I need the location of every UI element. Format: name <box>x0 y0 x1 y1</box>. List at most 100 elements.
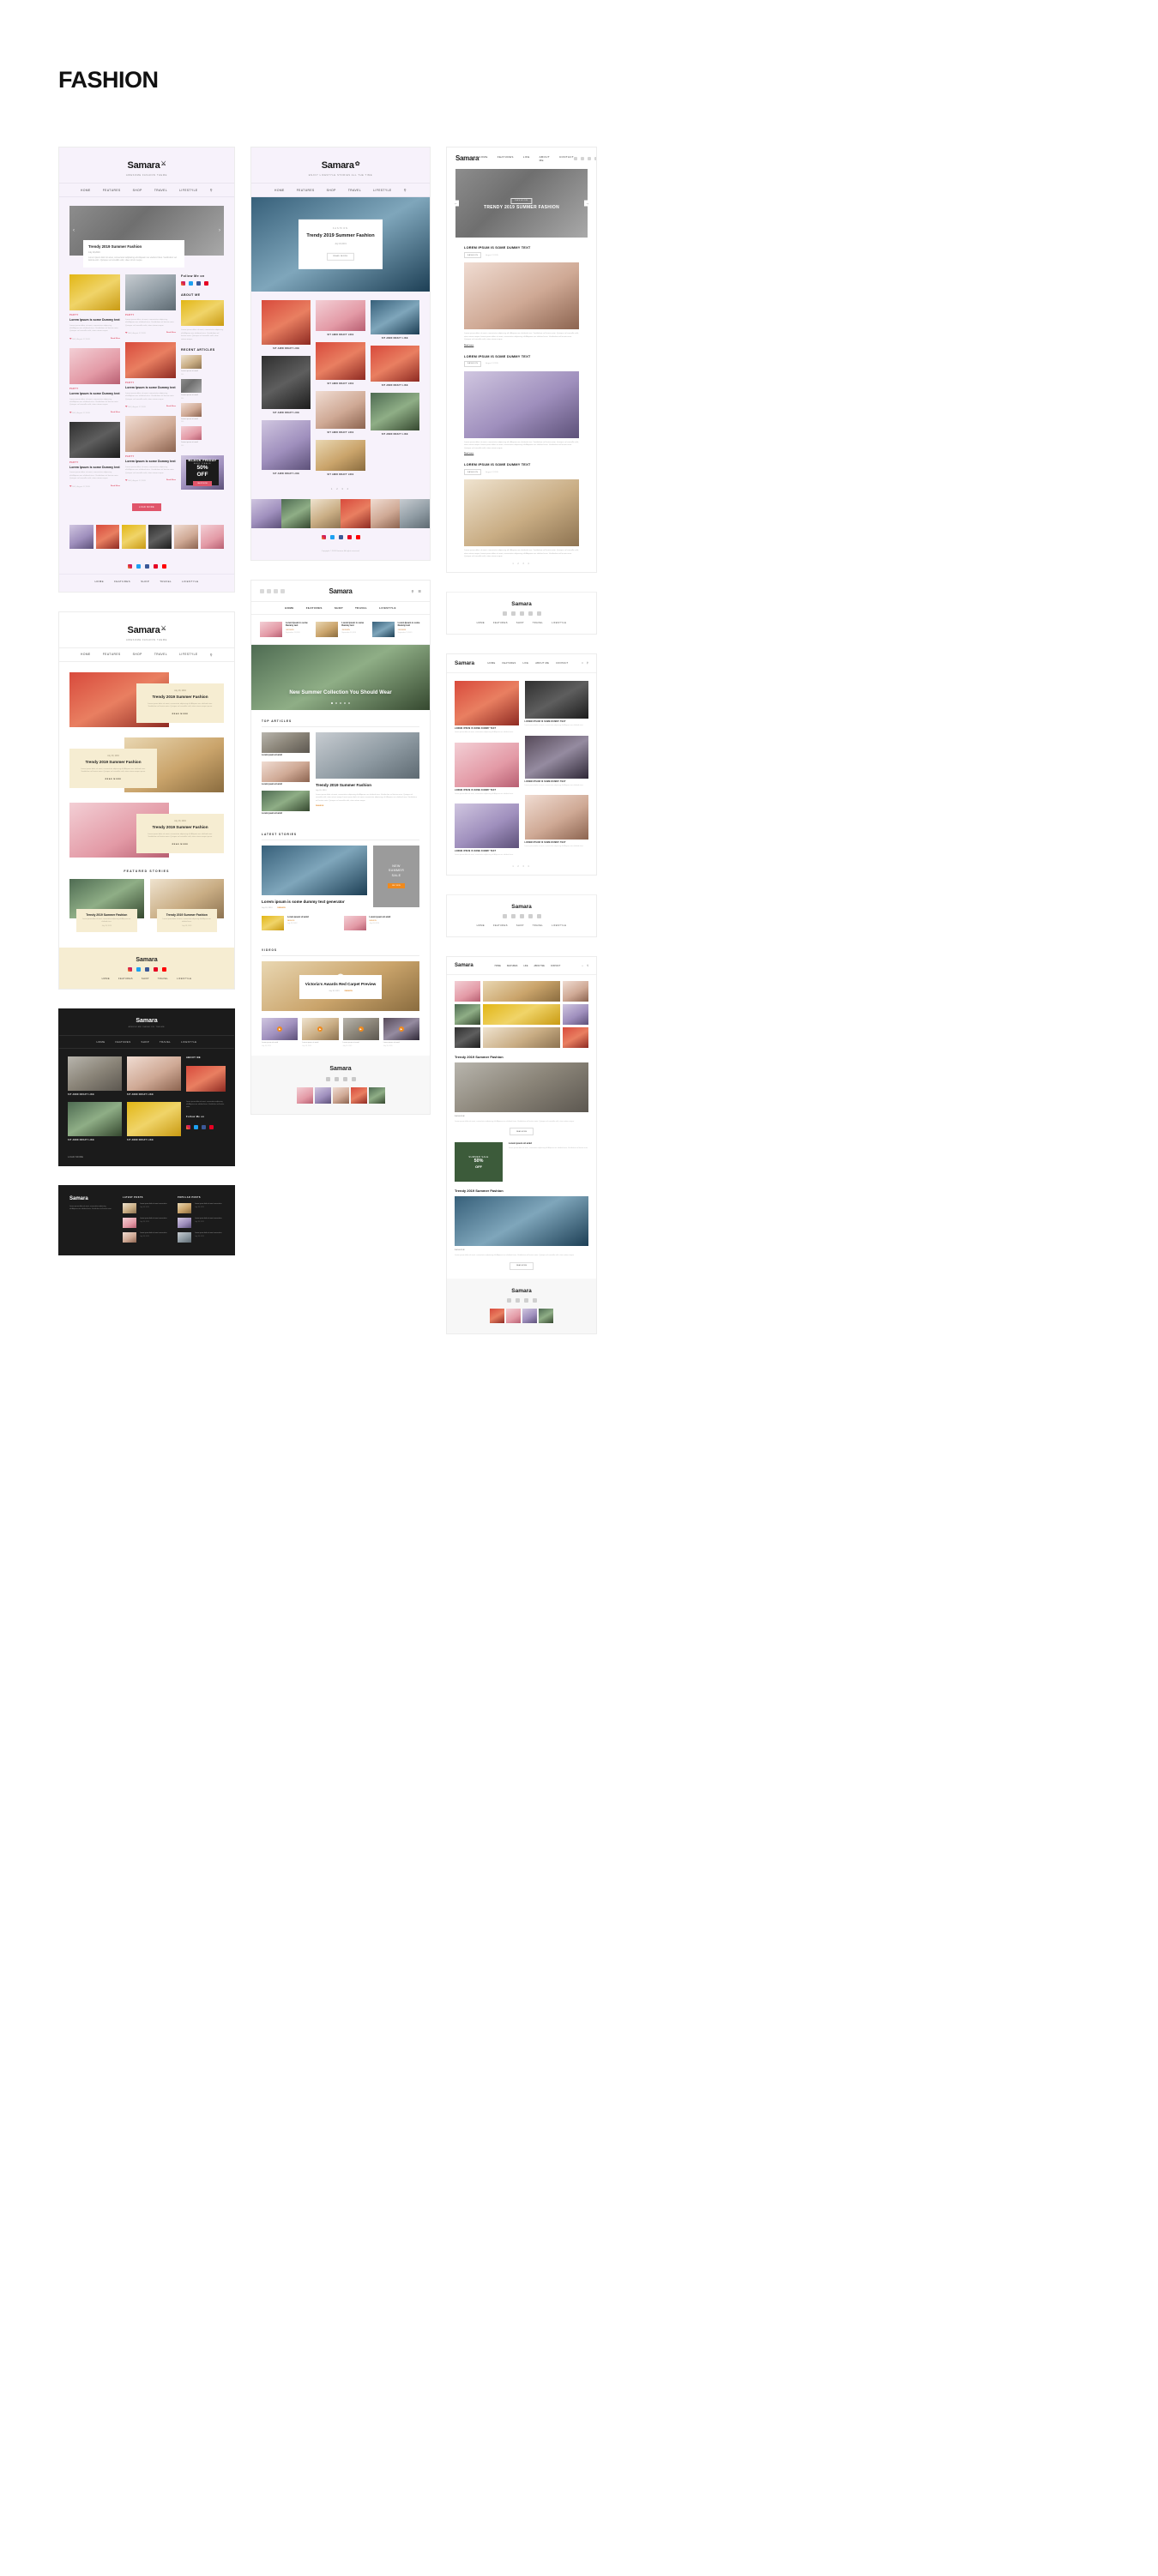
nav-item-contact[interactable]: CONTACT <box>559 155 574 162</box>
mosaic-tile[interactable] <box>483 981 560 1002</box>
footer-nav-shop[interactable]: SHOP <box>516 924 524 927</box>
footer-nav-lifestyle[interactable]: LIFESTYLE <box>182 580 198 583</box>
facebook-icon[interactable] <box>523 1297 528 1303</box>
facebook-icon[interactable] <box>196 281 201 286</box>
top-article-item[interactable]: Lorem ipsum sit amid <box>262 791 310 815</box>
chevron-left-icon[interactable]: ‹ <box>73 228 75 233</box>
nav-item-lifestyle[interactable]: LIFESTYLE <box>179 653 197 656</box>
masonry-card[interactable]: SIT AMID DRAFT LIKE <box>370 346 419 387</box>
footer-nav-shop[interactable]: SHOP <box>142 978 149 980</box>
nav-item-home[interactable]: HOME <box>285 606 294 610</box>
strip-item[interactable]: Lorem Ipsum is some Dummy text #MODERN S… <box>316 622 365 637</box>
strip-image[interactable] <box>280 499 311 528</box>
site-logo[interactable]: Samara <box>455 963 473 968</box>
mosaic-tile[interactable] <box>483 1004 560 1026</box>
footer-logo[interactable]: Samara <box>447 1288 596 1294</box>
youtube-icon[interactable] <box>536 611 541 616</box>
facebook-icon[interactable] <box>519 611 524 616</box>
read-more-button[interactable]: READ MORE <box>509 1128 534 1136</box>
nav-item-home[interactable]: HOME <box>81 189 91 192</box>
twitter-icon[interactable] <box>329 535 335 539</box>
pinterest-icon[interactable] <box>209 1125 214 1130</box>
facebook-icon[interactable] <box>274 589 278 593</box>
footer-thumb[interactable] <box>314 1086 331 1104</box>
footer-nav-features[interactable]: FEATURES <box>114 580 130 583</box>
nav-item-features[interactable]: FEATURES <box>502 662 516 665</box>
post-item[interactable]: Lorem ipsum dolor sit amet consectetur J… <box>178 1202 224 1213</box>
dot-4[interactable] <box>344 702 346 704</box>
twitter-icon[interactable] <box>510 914 516 919</box>
nav-item-about-me[interactable]: ABOUT ME <box>534 965 544 967</box>
footer-thumb[interactable] <box>506 1308 521 1323</box>
article-category[interactable]: PARTY <box>125 455 176 458</box>
nav-item-shop[interactable]: SHOP <box>141 1040 149 1044</box>
nav-item-travel[interactable]: TRAVEL <box>355 606 367 610</box>
pinterest-icon[interactable] <box>204 281 208 286</box>
footer-nav-home[interactable]: HOME <box>94 580 104 583</box>
pinterest-icon[interactable] <box>532 1297 537 1303</box>
footer-nav-lifestyle[interactable]: LIFESTYLE <box>552 622 566 624</box>
masonry-card[interactable]: SIT AMID DRAFT LIKE <box>262 300 311 350</box>
article-category[interactable]: PARTY <box>69 461 120 464</box>
masonry-card[interactable]: SIT AMID DRAFT LIKE <box>262 420 311 475</box>
small-item[interactable]: Lorem ipsum sit amid FASHION July 18, 20… <box>343 915 420 930</box>
nav-item-lifestyle[interactable]: LIFESTYLE <box>179 189 197 192</box>
article-card[interactable]: PARTY Lorem Ipsum is some Dummy text Lor… <box>69 421 120 488</box>
nav-item-life[interactable]: LIFE <box>523 662 529 665</box>
nav-item-features[interactable]: FEATURES <box>306 606 323 610</box>
feature-title[interactable]: Trendy 2019 Summer Fashion <box>455 1189 588 1193</box>
twitter-icon[interactable] <box>334 1076 339 1081</box>
gallery-card[interactable]: LOREM IPSUM IS SOME DUMMY TEXT Lorem ips… <box>524 795 588 848</box>
instagram-icon[interactable] <box>260 589 264 593</box>
pinterest-icon[interactable] <box>351 1076 356 1081</box>
recent-item[interactable]: Lorem ipsum sit amid 500 <box>181 402 202 423</box>
nav-item-features[interactable]: FEATURES <box>116 1040 131 1044</box>
read-more-link[interactable]: Read More <box>111 338 120 340</box>
footer-logo[interactable]: Samara <box>447 601 596 607</box>
search-icon[interactable]: ⚲ <box>210 188 213 192</box>
promo-banner[interactable]: BLACK FRIDAY BEST DEALS 50% OFF SHOP NOW <box>181 454 224 490</box>
mosaic-tile[interactable] <box>563 1004 588 1026</box>
strip-image[interactable] <box>341 499 371 528</box>
twitter-icon[interactable] <box>136 966 141 972</box>
twitter-icon[interactable] <box>581 156 585 160</box>
nav-item-lifestyle[interactable]: LIFESTYLE <box>181 1040 196 1044</box>
masonry-card[interactable]: SIT AMID DRAFT LIKE <box>316 300 365 336</box>
strip-category[interactable]: #MODERN <box>398 629 421 631</box>
site-logo[interactable]: Samara ✿ <box>322 160 360 171</box>
nav-item-life[interactable]: LIFE <box>523 965 528 967</box>
gallery-card[interactable]: LOREM IPSUM IS SOME DUMMY TEXT Lorem ips… <box>455 680 519 734</box>
strip-image[interactable] <box>311 499 341 528</box>
nav-item-travel[interactable]: TRAVEL <box>154 189 167 192</box>
post-item[interactable]: Lorem ipsum dolor sit amet consectetur J… <box>123 1202 169 1213</box>
read-more-link[interactable]: Read More <box>166 479 176 481</box>
youtube-icon[interactable] <box>161 966 166 972</box>
footer-logo[interactable]: Samara <box>447 904 596 910</box>
hero-badge[interactable]: FASHION <box>510 197 533 204</box>
recent-item[interactable]: Lorem ipsum sit amid 500 <box>181 378 202 400</box>
article-tag[interactable]: FASHION <box>464 252 482 258</box>
masonry-card[interactable]: SIT AMID DRAFT LIKE <box>316 391 365 434</box>
nav-item-about-me[interactable]: ABOUT ME <box>535 662 549 665</box>
masonry-card[interactable]: SIT AMID DRAFT LIKE <box>370 393 419 436</box>
strip-image[interactable] <box>370 499 401 528</box>
featured-card[interactable]: Trendy 2019 Summer Fashion Lorem ipsum d… <box>69 878 144 932</box>
read-more-link[interactable]: Read More <box>166 406 176 407</box>
nav-item-contact[interactable]: CONTACT <box>551 965 560 967</box>
hamburger-icon[interactable]: ☰ <box>418 589 421 593</box>
footer-logo[interactable]: Samara <box>59 957 234 963</box>
next-arrow-icon[interactable]: → <box>584 200 590 207</box>
video-item[interactable]: ▶ Lorem ipsum sit amid July 18, 2019 <box>342 1017 379 1047</box>
nav-item-home[interactable]: HOME <box>488 662 496 665</box>
post-item[interactable]: Lorem ipsum dolor sit amet consectetur J… <box>178 1217 224 1228</box>
video-item[interactable]: ▶ Lorem ipsum sit amid July 18, 2019 <box>383 1017 419 1047</box>
footer-thumb[interactable] <box>539 1308 553 1323</box>
twitter-icon[interactable] <box>136 563 141 569</box>
video-category[interactable]: FASHION <box>345 990 353 992</box>
read-more-link[interactable]: Read More <box>111 485 120 487</box>
site-logo[interactable]: Samara ⚔ <box>128 625 166 635</box>
nav-item-features[interactable]: FEATURES <box>297 189 315 192</box>
dark-card[interactable]: SIT AMID DRAFT LIKE <box>68 1056 122 1096</box>
footer-thumb[interactable] <box>350 1086 367 1104</box>
masonry-card[interactable]: SIT AMID DRAFT LIKE <box>316 440 365 476</box>
